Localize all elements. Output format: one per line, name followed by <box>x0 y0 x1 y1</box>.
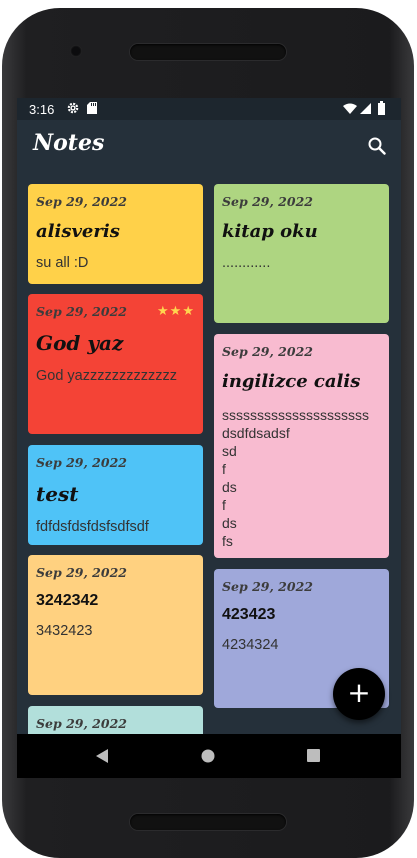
back-icon[interactable] <box>95 749 109 763</box>
phone-frame: 3:16 Notes Sep 29, 2022 alisveris su all… <box>2 8 414 858</box>
status-time: 3:16 <box>29 102 55 117</box>
note-body: ............ <box>222 255 271 271</box>
note-date: Sep 29, 2022 <box>36 194 127 209</box>
note-title: kitap oku <box>222 221 318 242</box>
sd-card-icon <box>87 102 97 114</box>
bottom-speaker <box>130 814 286 830</box>
note-date: Sep 29, 2022 <box>222 579 313 594</box>
note-date: Sep 29, 2022 <box>222 194 313 209</box>
note-card[interactable]: Sep 29, 2022 ★★★ God yaz God yazzzzzzzzz… <box>28 294 203 434</box>
home-icon[interactable] <box>201 749 215 763</box>
note-date: Sep 29, 2022 <box>222 344 313 359</box>
add-icon: + <box>347 676 371 709</box>
app-bar: Notes <box>17 120 401 176</box>
top-speaker <box>130 44 286 60</box>
note-card[interactable]: Sep 29, 2022 3242342 3432423 <box>28 555 203 695</box>
note-card[interactable]: Sep 29, 2022 test fdfdsfdsfdsfsdfsdf <box>28 445 203 545</box>
battery-icon <box>378 101 385 115</box>
note-body: su all :D <box>36 255 89 271</box>
search-icon[interactable] <box>367 136 387 156</box>
front-camera <box>70 45 82 57</box>
note-card[interactable]: Sep 29, 2022 ingilizce calis sssssssssss… <box>214 334 389 558</box>
note-date: Sep 29, 2022 <box>36 716 127 731</box>
note-card[interactable]: Sep 29, 2022 alisveris su all :D <box>28 184 203 284</box>
gear-icon <box>67 102 79 114</box>
note-title: God yaz <box>36 331 124 355</box>
priority-stars: ★★★ <box>157 304 195 319</box>
navigation-bar <box>17 734 401 778</box>
note-body: God yazzzzzzzzzzzzz <box>36 368 177 384</box>
note-body: sssssssssssssssssssss dsdfdsadsf sd f ds… <box>222 407 369 549</box>
note-title: ingilizce calis <box>222 371 361 392</box>
note-date: Sep 29, 2022 <box>36 565 127 580</box>
note-body: 3432423 <box>36 623 93 639</box>
recents-icon[interactable] <box>307 749 320 762</box>
page-title: Notes <box>33 130 105 156</box>
note-date: Sep 29, 2022 <box>36 455 127 470</box>
signal-icon <box>360 103 371 114</box>
note-body: 4234324 <box>222 637 279 653</box>
note-body: fdfdsfdsfdsfsdfsdf <box>36 519 149 535</box>
note-title: alisveris <box>36 221 120 242</box>
note-title: test <box>36 482 79 506</box>
device-screen: 3:16 Notes Sep 29, 2022 alisveris su all… <box>17 98 401 778</box>
note-title: 3242342 <box>36 592 99 609</box>
status-bar: 3:16 <box>17 98 401 120</box>
wifi-icon <box>343 103 357 114</box>
note-card[interactable]: Sep 29, 2022 kitap oku ............ <box>214 184 389 323</box>
note-title: 423423 <box>222 606 276 623</box>
add-note-button[interactable]: + <box>333 668 385 720</box>
